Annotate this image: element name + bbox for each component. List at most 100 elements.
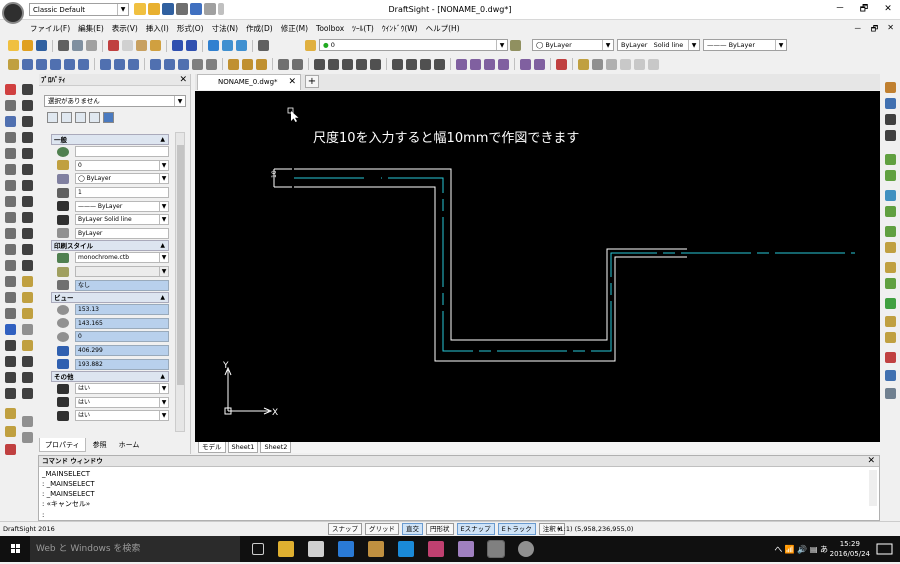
- collapse-icon[interactable]: ▲: [160, 241, 165, 251]
- chevron-down-icon[interactable]: ▼: [117, 4, 128, 15]
- layer-field[interactable]: 0 ▼: [75, 159, 169, 171]
- join-icon[interactable]: [356, 58, 367, 70]
- offset-icon[interactable]: [5, 132, 16, 143]
- zoom-window-icon[interactable]: [222, 40, 233, 51]
- lineweight-display-icon[interactable]: [648, 58, 659, 70]
- menu-dimension[interactable]: 寸法(N): [212, 22, 238, 36]
- draftsight-icon[interactable]: [487, 540, 505, 558]
- line-icon[interactable]: [22, 84, 33, 95]
- circle-icon[interactable]: [100, 58, 111, 70]
- circle-icon[interactable]: [22, 116, 33, 127]
- cloud-icon[interactable]: [22, 244, 33, 255]
- table-icon[interactable]: [22, 324, 33, 335]
- extend-icon[interactable]: [5, 244, 16, 255]
- close-icon[interactable]: ✕: [288, 75, 296, 89]
- lineweight-select[interactable]: ——— ByLayer ▼: [703, 39, 787, 51]
- close-icon[interactable]: ✕: [179, 74, 187, 86]
- pattern-icon[interactable]: [5, 148, 16, 159]
- open-folder-icon[interactable]: [148, 3, 160, 15]
- note-icon[interactable]: [22, 340, 33, 351]
- start-button[interactable]: [0, 536, 30, 562]
- snap-center-icon[interactable]: [406, 58, 417, 70]
- move-icon[interactable]: [5, 164, 16, 175]
- layer-match-icon[interactable]: [885, 278, 896, 289]
- gradient-icon[interactable]: [22, 276, 33, 287]
- qat-customize-icon[interactable]: [218, 3, 224, 15]
- layer-freeze-icon[interactable]: [885, 170, 896, 181]
- polar-toggle[interactable]: 円形状: [426, 523, 454, 535]
- copy-icon[interactable]: [5, 100, 16, 111]
- center-y-field[interactable]: 143.165: [75, 317, 169, 329]
- snap-settings-icon[interactable]: [556, 58, 567, 70]
- save-icon[interactable]: [36, 40, 47, 51]
- scale-icon[interactable]: [5, 196, 16, 207]
- mirror-icon[interactable]: [5, 116, 16, 127]
- leader-icon[interactable]: [242, 58, 253, 70]
- drawing-canvas[interactable]: 10 Y X 尺度10を入力すると幅10mmで作図できます: [195, 91, 880, 442]
- grid-toggle[interactable]: グリッド: [365, 523, 399, 535]
- arc-icon[interactable]: [128, 58, 139, 70]
- menu-draw[interactable]: 作成(D): [246, 22, 273, 36]
- menu-toolbox[interactable]: Toolbox: [316, 22, 344, 36]
- copy-icon[interactable]: [122, 40, 133, 51]
- restore-button[interactable]: 🗗: [852, 0, 876, 18]
- layer-manager-icon[interactable]: [305, 40, 316, 51]
- parallel-icon[interactable]: [484, 58, 495, 70]
- layer-lock-icon[interactable]: [885, 190, 896, 201]
- color-select[interactable]: ◯ ByLayer ▼: [532, 39, 614, 51]
- print-icon[interactable]: [176, 3, 188, 15]
- polygon-icon[interactable]: [164, 58, 175, 70]
- command-input[interactable]: :: [42, 511, 44, 519]
- new-icon[interactable]: [8, 40, 19, 51]
- width-field[interactable]: 406.299: [75, 345, 169, 357]
- menu-edit[interactable]: 編集(E): [78, 22, 104, 36]
- dim-angular-icon[interactable]: [885, 114, 896, 125]
- open-icon[interactable]: [22, 40, 33, 51]
- linetype-field[interactable]: ByLayer Solid line ▼: [75, 214, 169, 226]
- file-explorer-icon[interactable]: [278, 541, 294, 557]
- section-view[interactable]: ビュー ▲: [51, 291, 169, 303]
- pin-icon[interactable]: [89, 112, 100, 123]
- polar-icon[interactable]: [634, 58, 645, 70]
- esnap-toggle[interactable]: Eスナップ: [456, 523, 495, 535]
- close-button[interactable]: ✕: [876, 0, 900, 18]
- tray-icons[interactable]: へ 📶 🔊 ▤ あ: [774, 544, 828, 555]
- menu-format[interactable]: 形式(O): [177, 22, 204, 36]
- layer-state-icon[interactable]: [885, 316, 896, 327]
- height-field[interactable]: 193.882: [75, 358, 169, 370]
- table-icon[interactable]: [78, 58, 89, 70]
- layer-select[interactable]: ● 0 ▼: [319, 39, 508, 51]
- undo-icon[interactable]: [190, 3, 202, 15]
- hatch-icon[interactable]: [22, 260, 33, 271]
- sheet-tab-sheet1[interactable]: Sheet1: [227, 442, 259, 453]
- erase-icon[interactable]: [5, 84, 16, 95]
- workspace-select[interactable]: Classic Default ▼: [29, 3, 129, 16]
- paste-icon[interactable]: [136, 40, 147, 51]
- redo-icon[interactable]: [186, 40, 197, 51]
- text-icon[interactable]: [5, 340, 16, 351]
- check-icon[interactable]: [885, 298, 896, 309]
- print-attached-field[interactable]: なし: [75, 279, 169, 291]
- point-icon[interactable]: [22, 212, 33, 223]
- chevron-down-icon[interactable]: ▼: [159, 397, 168, 407]
- undo-icon[interactable]: [172, 40, 183, 51]
- close-icon[interactable]: ✕: [867, 456, 875, 467]
- dimension-icon[interactable]: [228, 58, 239, 70]
- chevron-down-icon[interactable]: ▼: [159, 215, 168, 225]
- text-icon[interactable]: [192, 58, 203, 70]
- layout-icon[interactable]: [578, 58, 589, 70]
- block-icon[interactable]: [50, 58, 61, 70]
- transparency-field[interactable]: ByLayer: [75, 227, 169, 239]
- dim-aligned-icon[interactable]: [885, 98, 896, 109]
- field-icon[interactable]: [22, 432, 33, 443]
- snap-intersection-icon[interactable]: [434, 58, 445, 70]
- chevron-down-icon[interactable]: ▼: [775, 40, 786, 50]
- angle-icon[interactable]: [470, 58, 481, 70]
- app-logo[interactable]: [2, 2, 24, 24]
- tangent-icon[interactable]: [520, 58, 531, 70]
- grid-icon[interactable]: [606, 58, 617, 70]
- notification-icon[interactable]: [875, 542, 895, 556]
- property-value[interactable]: [75, 146, 169, 158]
- layer-on-icon[interactable]: [885, 154, 896, 165]
- perpendicular-icon[interactable]: [498, 58, 509, 70]
